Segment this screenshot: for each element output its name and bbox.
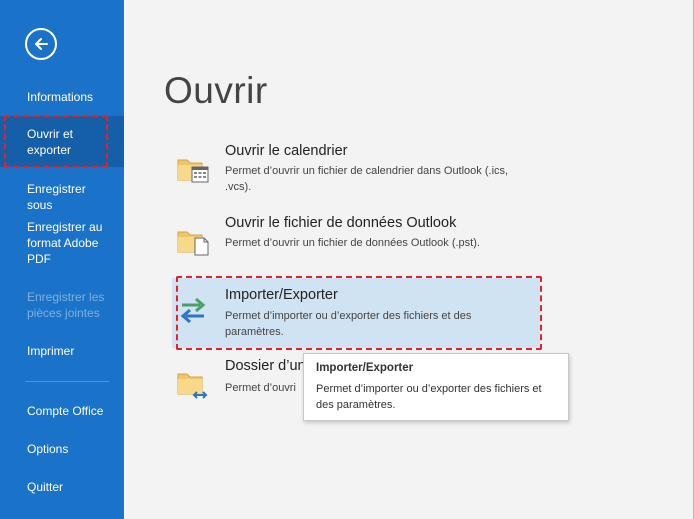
nav-item-label: Enregistrer les pièces jointes bbox=[27, 290, 105, 320]
option-title: Dossier d’un bbox=[225, 358, 306, 374]
backstage-sidebar: Informations Ouvrir et exporter Enregist… bbox=[0, 0, 124, 519]
nav-item-options[interactable]: Options bbox=[0, 441, 124, 457]
tooltip-text: Permet d’importer ou d’exporter des fich… bbox=[316, 383, 542, 411]
nav-item-label: Enregistrer sous bbox=[27, 182, 86, 212]
nav-item-label: Quitter bbox=[27, 480, 64, 494]
nav-item-label: Compte Office bbox=[27, 404, 104, 418]
nav-item-enregistrer-pieces-jointes: Enregistrer les pièces jointes bbox=[0, 289, 124, 321]
option-description: Permet d’ouvrir un fichier de données Ou… bbox=[225, 237, 480, 249]
annotation-highlight-sidebar bbox=[4, 115, 108, 168]
tooltip: Importer/Exporter Permet d’importer ou d… bbox=[303, 353, 569, 421]
back-button[interactable] bbox=[25, 28, 57, 60]
nav-item-quitter[interactable]: Quitter bbox=[0, 479, 124, 495]
nav-item-enregistrer-sous[interactable]: Enregistrer sous bbox=[0, 181, 124, 213]
folder-shared-icon bbox=[177, 373, 208, 399]
nav-item-informations[interactable]: Informations bbox=[0, 89, 124, 105]
page-title: Ouvrir bbox=[164, 70, 268, 111]
sidebar-divider bbox=[25, 381, 109, 382]
tooltip-title: Importer/Exporter bbox=[316, 362, 414, 374]
folder-calendar-icon bbox=[177, 159, 209, 183]
nav-item-enregistrer-pdf[interactable]: Enregistrer au format Adobe PDF bbox=[0, 219, 124, 267]
back-arrow-icon bbox=[35, 38, 48, 50]
option-title: Ouvrir le calendrier bbox=[225, 143, 348, 159]
nav-item-label: Options bbox=[27, 442, 69, 456]
nav-item-label: Enregistrer au format Adobe PDF bbox=[27, 220, 103, 266]
annotation-highlight-option bbox=[176, 276, 542, 350]
nav-item-imprimer[interactable]: Imprimer bbox=[0, 343, 124, 359]
folder-file-icon bbox=[177, 231, 209, 256]
nav-item-label: Imprimer bbox=[27, 344, 75, 358]
option-title: Ouvrir le fichier de données Outlook bbox=[225, 215, 457, 231]
option-description: Permet d’ouvrir un fichier de calendrier… bbox=[225, 165, 509, 193]
nav-item-compte-office[interactable]: Compte Office bbox=[0, 403, 124, 419]
nav-item-label: Informations bbox=[27, 90, 94, 104]
option-ouvrir-calendrier[interactable]: Ouvrir le calendrier Permet d’ouvrir un … bbox=[172, 138, 540, 200]
option-ouvrir-fichier-donnees[interactable]: Ouvrir le fichier de données Outlook Per… bbox=[172, 210, 540, 268]
